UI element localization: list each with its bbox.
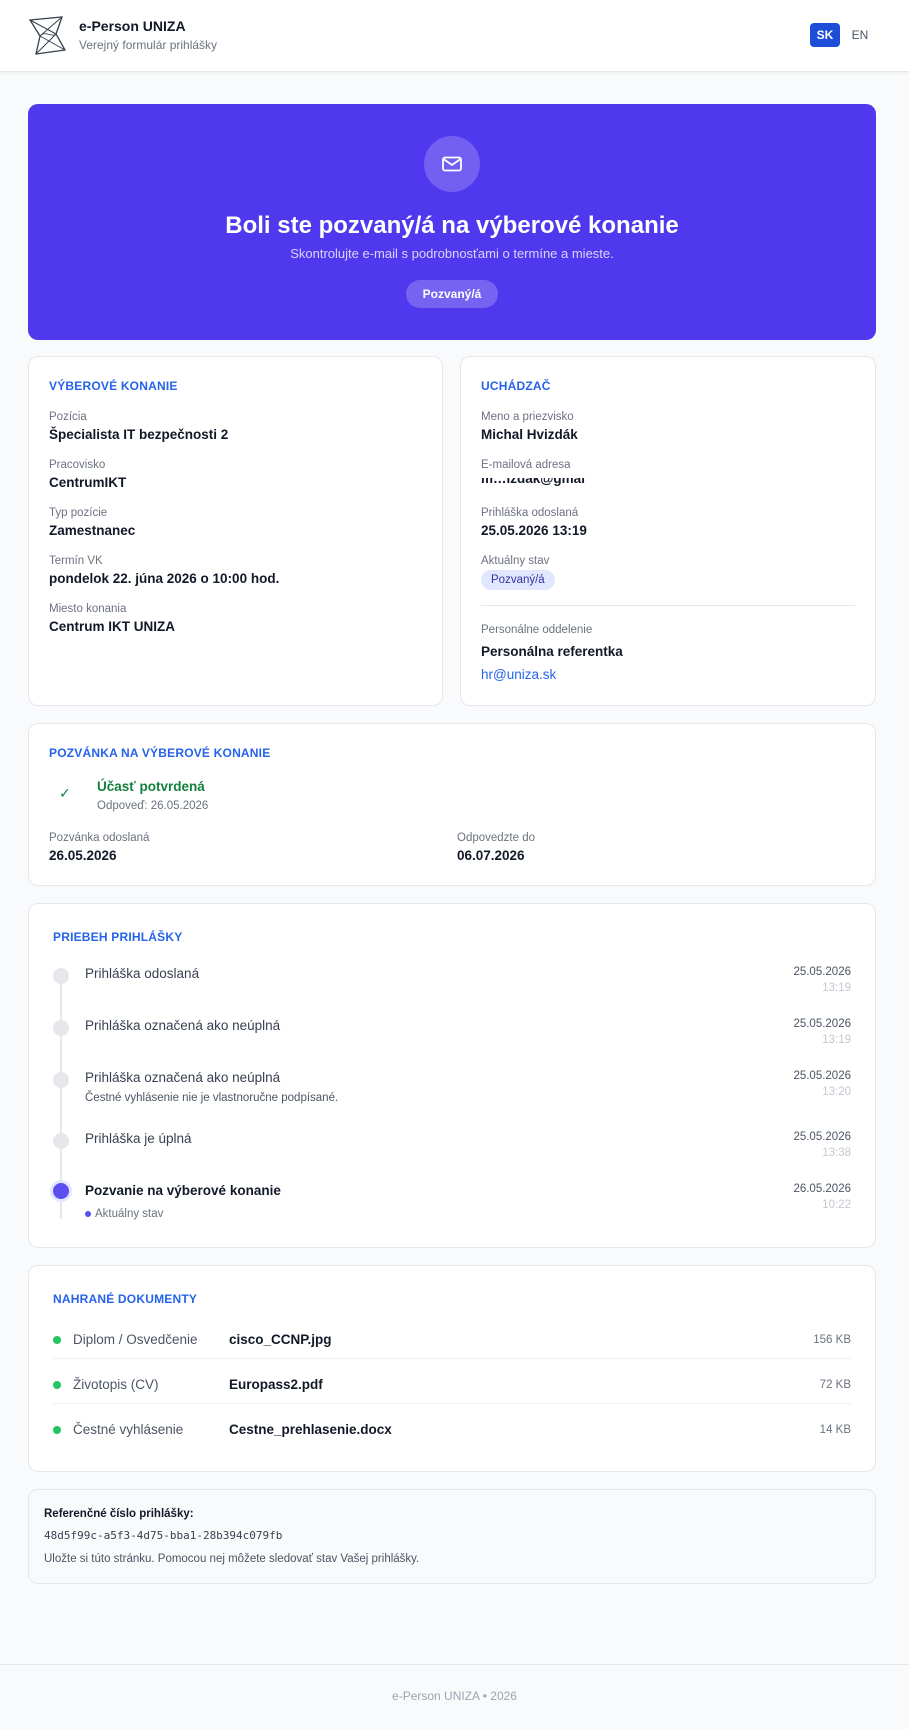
email-value-clip: m…izdak@gmai (481, 478, 681, 487)
term-label: Termín VK (49, 555, 103, 567)
document-type: Diplom / Osvedčenie (73, 1332, 198, 1347)
timeline-event-date: 26.05.2026 (793, 1183, 851, 1195)
timeline-event-note: Čestné vyhlásenie nie je vlastnoručne po… (85, 1092, 339, 1104)
email-label: E-mailová adresa (481, 459, 571, 471)
timeline-event-time: 13:38 (822, 1147, 851, 1159)
document-file[interactable]: cisco_CCNP.jpg (229, 1332, 332, 1347)
timeline-dot (53, 1072, 69, 1088)
status-hero-banner: Boli ste pozvaný/á na výberové konanie S… (28, 104, 876, 340)
document-type: Čestné vyhlásenie (73, 1422, 184, 1437)
document-file[interactable]: Europass2.pdf (229, 1377, 323, 1392)
document-status-dot (53, 1426, 61, 1434)
document-file[interactable]: Cestne_prehlasenie.docx (229, 1422, 392, 1437)
workplace-label: Pracovisko (49, 459, 106, 471)
top-bar: e-Person UNIZA Verejný formulár prihlášk… (0, 0, 909, 72)
timeline-dot (53, 1133, 69, 1149)
timeline-section-title: PRIEBEH PRIHLÁŠKY (53, 930, 183, 944)
document-size: 156 KB (813, 1334, 851, 1346)
document-status-dot (53, 1381, 61, 1389)
applicant-divider (481, 605, 855, 606)
status-label: Aktuálny stav (481, 555, 550, 567)
app-title: e-Person UNIZA (79, 18, 186, 34)
current-status-text: Aktuálny stav (95, 1208, 164, 1220)
footer: e-Person UNIZA • 2026 (0, 1664, 909, 1729)
uniza-logo-icon (28, 16, 67, 55)
deadline-value: 06.07.2026 (457, 848, 525, 863)
timeline-event-text: Prihláška označená ako neúplná (85, 1070, 281, 1085)
hero-subtitle: Skontrolujte e-mail s podrobnosťami o te… (290, 246, 614, 261)
position-label: Pozícia (49, 411, 87, 423)
document-size: 14 KB (819, 1424, 851, 1436)
name-value: Michal Hvizdák (481, 427, 578, 442)
hr-label: Personálne oddelenie (481, 624, 593, 636)
term-value: pondelok 22. júna 2026 o 10:00 hod. (49, 571, 280, 586)
sent-value: 25.05.2026 13:19 (481, 523, 587, 538)
language-en-button[interactable]: EN (846, 23, 874, 47)
timeline-event-text-current: Pozvanie na výberové konanie (85, 1183, 281, 1198)
reference-code: 48d5f99c-a5f3-4d75-bba1-28b394c079fb (44, 1529, 283, 1542)
workplace-value: CentrumIKT (49, 475, 127, 490)
mail-icon (424, 136, 480, 192)
checkmark-icon: ✓ (59, 785, 71, 801)
document-divider (52, 1358, 852, 1359)
venue-value: Centrum IKT UNIZA (49, 619, 175, 634)
timeline-event-date: 25.05.2026 (793, 1131, 851, 1143)
email-value: m…izdak@gmai (481, 478, 585, 486)
deadline-label: Odpovedzte do (457, 832, 536, 844)
position-value: Špecialista IT bezpečnosti 2 (49, 427, 229, 442)
applicant-section-title: UCHÁDZAČ (481, 379, 551, 393)
timeline-event-time: 13:19 (822, 982, 851, 994)
document-divider (52, 1403, 852, 1404)
reference-label: Referenčné číslo prihlášky: (44, 1508, 194, 1520)
reference-note: Uložte si túto stránku. Pomocou nej môže… (44, 1553, 420, 1565)
invitation-sent-label: Pozvánka odoslaná (49, 832, 150, 844)
document-size: 72 KB (819, 1379, 851, 1391)
confirmation-title: Účasť potvrdená (97, 779, 205, 794)
timeline-event-time: 10:22 (822, 1199, 851, 1211)
invitation-sent-value: 26.05.2026 (49, 848, 117, 863)
timeline-event-date: 25.05.2026 (793, 1070, 851, 1082)
timeline-event-text: Prihláška je úplná (85, 1131, 192, 1146)
timeline-event-time: 13:19 (822, 1034, 851, 1046)
timeline-dot (53, 968, 69, 984)
status-chip: Pozvaný/á (481, 570, 555, 590)
status-badge: Pozvaný/á (406, 280, 498, 308)
footer-text: e-Person UNIZA • 2026 (392, 1689, 517, 1703)
app-subtitle: Verejný formulár prihlášky (79, 38, 218, 52)
name-label: Meno a priezvisko (481, 411, 574, 423)
document-status-dot (53, 1336, 61, 1344)
timeline-event-time: 13:20 (822, 1086, 851, 1098)
timeline-event-date: 25.05.2026 (793, 1018, 851, 1030)
timeline-event-text: Prihláška označená ako neúplná (85, 1018, 281, 1033)
venue-label: Miesto konania (49, 603, 127, 615)
selection-section-title: VÝBEROVÉ KONANIE (49, 379, 178, 393)
timeline-dot (53, 1020, 69, 1036)
timeline-event-date: 25.05.2026 (793, 966, 851, 978)
language-sk-button[interactable]: SK (810, 23, 840, 47)
position-type-value: Zamestnanec (49, 523, 136, 538)
current-status-note: Aktuálny stav (85, 1208, 163, 1220)
sent-label: Prihláška odoslaná (481, 507, 579, 519)
invitation-section-title: POZVÁNKA NA VÝBEROVÉ KONANIE (49, 746, 271, 760)
hr-name: Personálna referentka (481, 644, 623, 659)
current-status-dot (85, 1210, 91, 1217)
confirmation-note: Odpoveď: 26.05.2026 (97, 800, 209, 812)
timeline-event-text: Prihláška odoslaná (85, 966, 200, 981)
documents-section-title: NAHRANÉ DOKUMENTY (53, 1292, 198, 1306)
hr-email-link[interactable]: hr@uniza.sk (481, 667, 556, 682)
timeline-dot-current (53, 1183, 69, 1199)
position-type-label: Typ pozície (49, 507, 108, 519)
hero-title: Boli ste pozvaný/á na výberové konanie (225, 212, 679, 239)
document-type: Životopis (CV) (73, 1377, 159, 1392)
